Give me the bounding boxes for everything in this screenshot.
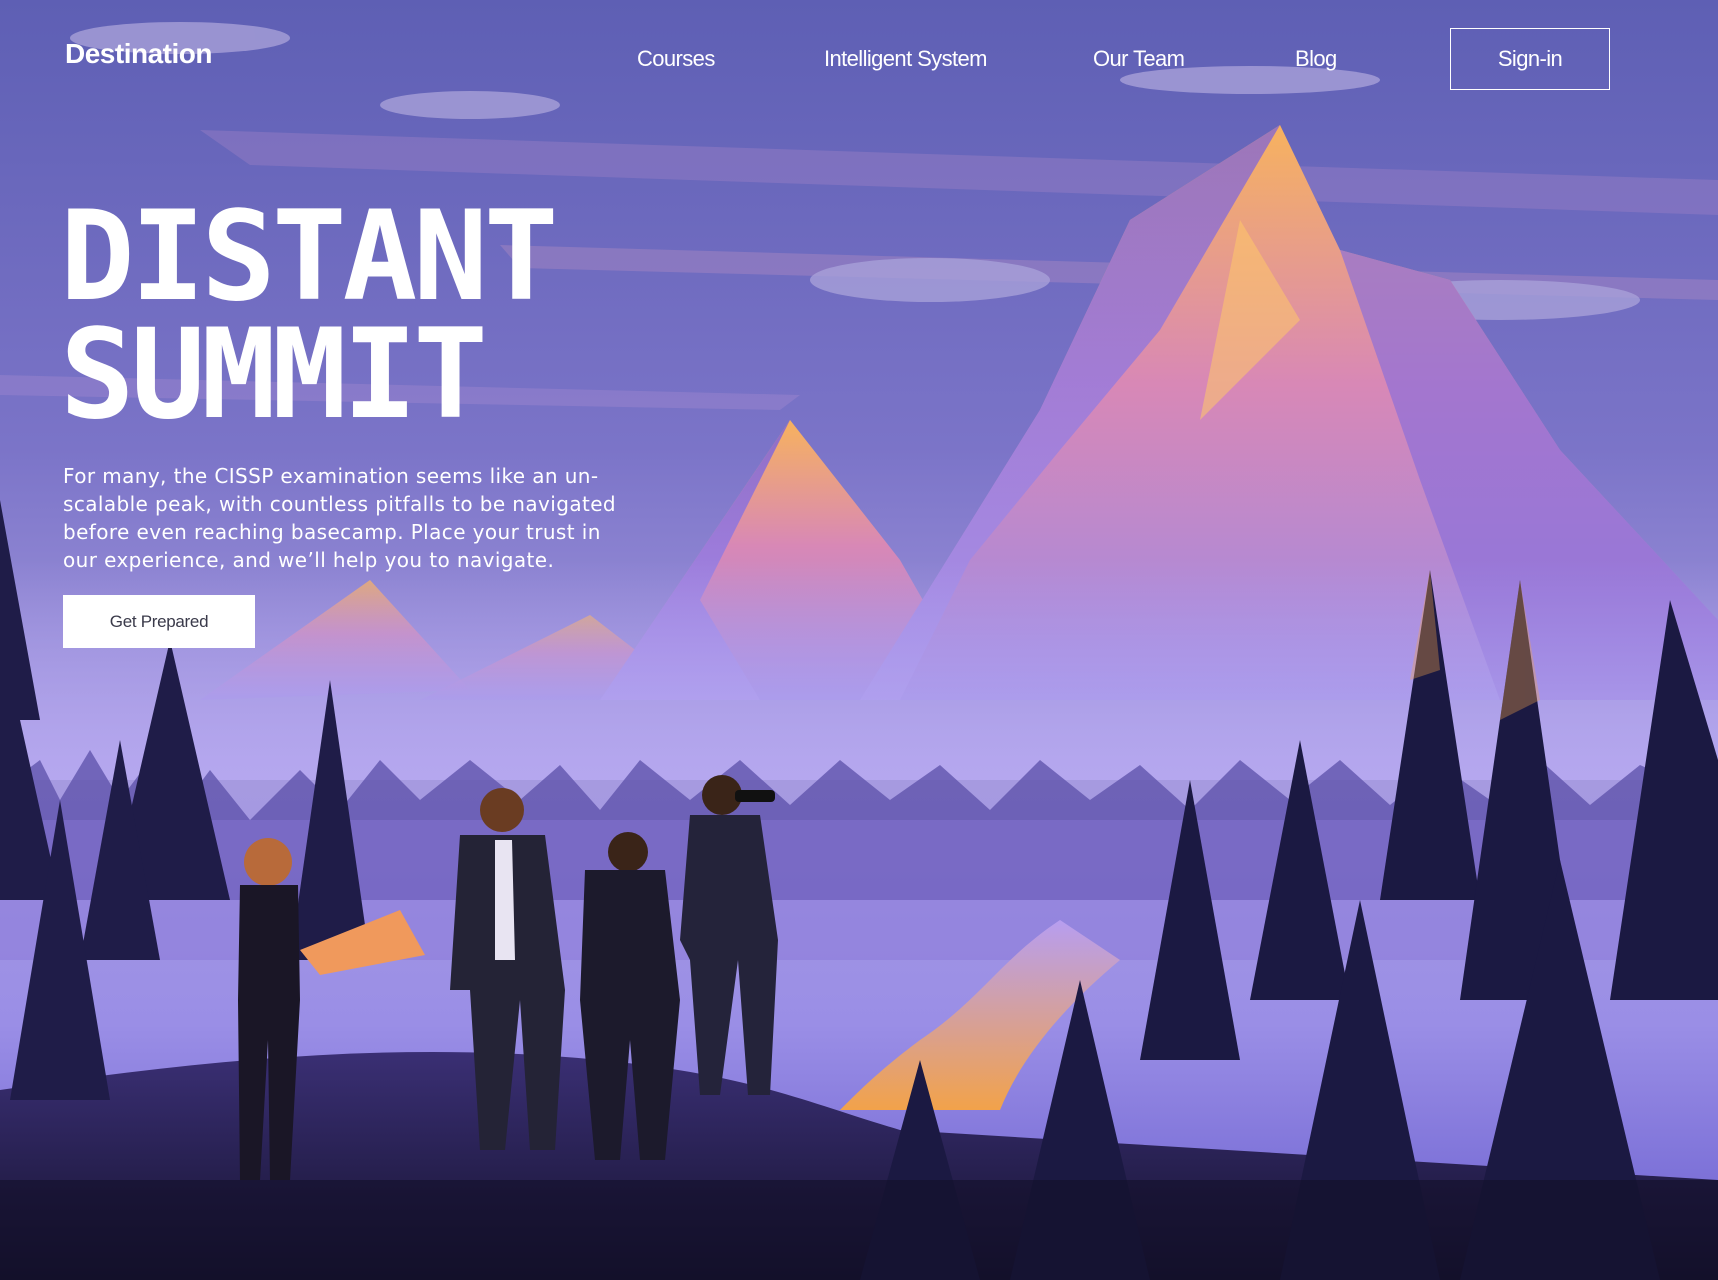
- hero-title-line-2: SUMMIT: [60, 303, 488, 447]
- hero-title-line-1: DISTANT: [60, 185, 559, 329]
- nav-link-our-team[interactable]: Our Team: [1093, 46, 1185, 72]
- get-prepared-button[interactable]: Get Prepared: [63, 595, 255, 648]
- brand-logo[interactable]: Destination: [65, 38, 212, 70]
- nav-link-courses[interactable]: Courses: [637, 46, 715, 72]
- hero-title: DISTANT SUMMIT: [60, 185, 559, 447]
- nav-link-intelligent-system[interactable]: Intelligent System: [824, 46, 987, 72]
- signin-button[interactable]: Sign-in: [1450, 28, 1610, 90]
- top-navigation: Destination Courses Intelligent System O…: [0, 0, 1718, 120]
- nav-link-blog[interactable]: Blog: [1295, 46, 1337, 72]
- binoculars-icon: [735, 790, 775, 802]
- hero-description: For many, the CISSP examination seems li…: [63, 464, 617, 572]
